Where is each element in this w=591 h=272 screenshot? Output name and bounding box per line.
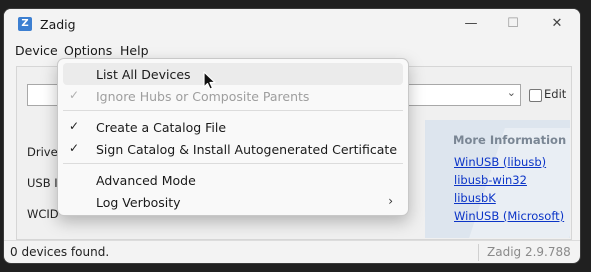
menu-item-ignore-hubs[interactable]: ✓ Ignore Hubs or Composite Parents [63, 85, 403, 107]
close-button[interactable]: ✕ [546, 14, 568, 34]
menu-item-label: Sign Catalog & Install Autogenerated Cer… [96, 142, 398, 157]
menu-separator [63, 110, 403, 111]
title-bar[interactable]: Z Zadig — ☐ ✕ [4, 9, 580, 39]
link-winusb-microsoft[interactable]: WinUSB (Microsoft) [454, 209, 564, 223]
menu-device[interactable]: Device [15, 42, 58, 59]
menu-item-create-catalog[interactable]: ✓ Create a Catalog File [63, 116, 403, 138]
status-divider [478, 244, 479, 261]
menu-item-label: List All Devices [96, 67, 191, 82]
menu-item-label: Advanced Mode [96, 173, 196, 188]
menu-item-label: Log Verbosity [96, 195, 181, 210]
edit-checkbox[interactable] [529, 89, 542, 102]
edit-label: Edit [544, 87, 567, 101]
checkmark-icon: ✓ [69, 88, 80, 102]
menu-item-log-verbosity[interactable]: Log Verbosity › [63, 191, 403, 213]
menu-item-sign-catalog[interactable]: ✓ Sign Catalog & Install Autogenerated C… [63, 138, 403, 160]
chevron-right-icon: › [388, 194, 393, 208]
wcid-label: WCID [27, 207, 59, 221]
link-libusb-win32[interactable]: libusb-win32 [454, 173, 527, 187]
chevron-down-icon[interactable]: ⌄ [507, 86, 516, 99]
menu-item-label: Ignore Hubs or Composite Parents [96, 89, 310, 104]
options-menu: List All Devices ✓ Ignore Hubs or Compos… [57, 58, 409, 216]
more-information-panel: More Information WinUSB (libusb) libusb-… [425, 120, 570, 238]
info-title: More Information [453, 133, 567, 147]
link-libusbk[interactable]: libusbK [454, 191, 496, 205]
zadig-app-icon: Z [18, 17, 32, 31]
menu-item-label: Create a Catalog File [96, 120, 227, 135]
menu-help[interactable]: Help [120, 42, 149, 59]
menu-item-list-all-devices[interactable]: List All Devices [63, 63, 403, 85]
status-text: 0 devices found. [10, 245, 110, 259]
status-bar: 0 devices found. Zadig 2.9.788 [4, 240, 580, 263]
link-winusb-libusb[interactable]: WinUSB (libusb) [454, 155, 546, 169]
checkmark-icon: ✓ [69, 141, 80, 155]
mouse-pointer-icon [203, 71, 216, 90]
version-label: Zadig 2.9.788 [487, 245, 571, 259]
menu-item-advanced-mode[interactable]: Advanced Mode [63, 169, 403, 191]
minimize-button[interactable]: — [460, 14, 482, 34]
menu-options[interactable]: Options [64, 42, 112, 59]
checkmark-icon: ✓ [69, 119, 80, 133]
menu-separator [63, 163, 403, 164]
maximize-button[interactable]: ☐ [502, 14, 524, 34]
window-title: Zadig [40, 17, 76, 32]
